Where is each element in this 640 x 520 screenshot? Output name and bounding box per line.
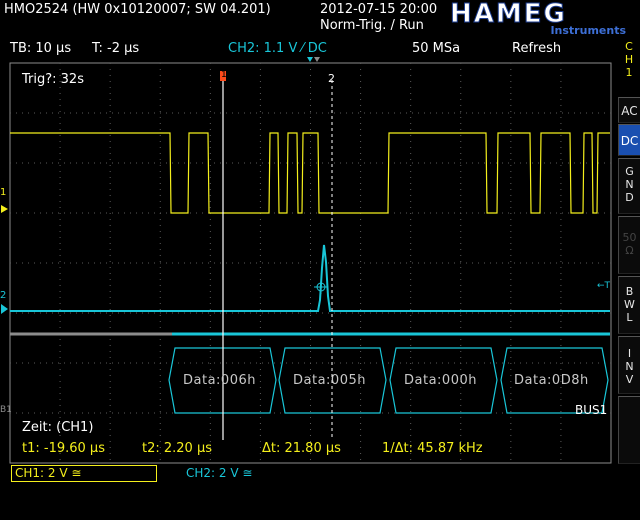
bus-frame-2: Data:005h	[293, 373, 366, 388]
ch2-ground-marker	[1, 304, 8, 314]
cursor-2-label: 2	[328, 72, 335, 85]
measurement-t1: t1: -19.60 µs	[22, 441, 105, 456]
bwl-w: W	[624, 298, 635, 311]
ch2-waveform	[10, 244, 610, 312]
bus-frame-3: Data:000h	[404, 373, 477, 388]
gnd-button[interactable]: G N D	[618, 158, 640, 214]
ch1-marker: 1	[0, 187, 7, 198]
trigger-level-marker: ←T	[597, 281, 611, 291]
center-marker	[314, 57, 320, 62]
ch2-scale-label[interactable]: CH2: 2 V ≅	[186, 466, 252, 480]
inv-v: V	[625, 373, 634, 386]
side-channel-1: 1	[625, 66, 633, 79]
bwl-b: B	[625, 285, 634, 298]
bwl-button[interactable]: B W L	[618, 276, 640, 334]
inv-button[interactable]: I N V	[618, 336, 640, 394]
ch2-marker: 2	[0, 290, 7, 301]
side-channel-h: H	[624, 53, 634, 66]
gnd-n: N	[625, 178, 634, 191]
fifty-ohm-button[interactable]: 50 Ω	[618, 216, 640, 274]
measurement-dt: Δt: 21.80 µs	[262, 441, 341, 456]
ac-label: AC	[621, 104, 638, 118]
inv-n: N	[625, 360, 634, 373]
gnd-g: G	[625, 165, 634, 178]
side-channel-label: C H 1	[618, 40, 640, 96]
measurement-t2: t2: 2.20 µs	[142, 441, 213, 456]
side-channel-c: C	[625, 40, 633, 53]
gnd-d: D	[625, 191, 634, 204]
trigger-position-marker	[307, 57, 313, 62]
bus-name: BUS1	[575, 403, 608, 417]
trig-info: Trig?: 32s	[22, 72, 84, 87]
ch1-ground-marker	[1, 205, 8, 213]
dc-label: DC	[620, 134, 639, 148]
ch1-scale-box[interactable]: CH1: 2 V ≅	[11, 465, 157, 482]
dc-coupling-button[interactable]: DC	[618, 124, 640, 156]
bus-frame-4: Data:0D8h	[514, 373, 589, 388]
bus-frame-1: Data:006h	[183, 373, 256, 388]
measurement-frequency: 1/Δt: 45.87 kHz	[382, 441, 483, 456]
bus-marker: B1	[0, 405, 12, 415]
ohm-label: Ω	[625, 244, 634, 257]
bwl-l: L	[626, 311, 633, 324]
fifty-label: 50	[622, 231, 637, 244]
side-panel-empty	[618, 396, 640, 464]
cursor-1-label: 1	[221, 70, 227, 80]
trigger-crosshair-icon	[314, 280, 328, 294]
measurement-title: Zeit: (CH1)	[22, 420, 94, 435]
inv-i: I	[627, 347, 632, 360]
ac-coupling-button[interactable]: AC	[618, 97, 640, 123]
